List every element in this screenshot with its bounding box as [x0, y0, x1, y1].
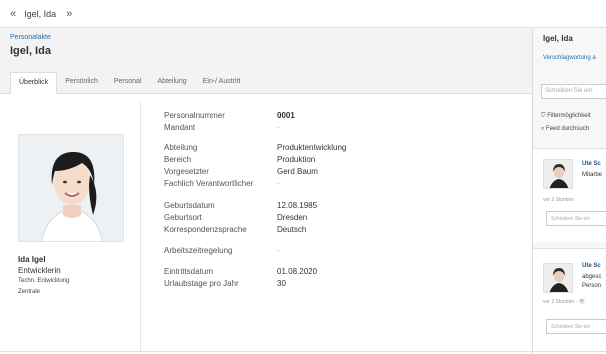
field-value: 12.08.1985 — [277, 201, 318, 210]
field-row: Personalnummer 0001 — [164, 110, 346, 122]
field-value: - — [277, 246, 280, 255]
field-label: Bereich — [164, 155, 192, 164]
field-row: Korrespondenzsprache Deutsch — [164, 224, 346, 236]
field-row: Vorgesetzter Gerd Baum — [164, 166, 346, 178]
field-label: Eintrittsdatum — [164, 267, 213, 276]
profile-summary: Ida Igel Entwicklerin Techn. Entwicklung… — [18, 254, 69, 298]
field-value: 30 — [277, 279, 286, 288]
field-label: Vorgesetzter — [164, 167, 209, 176]
post-text: abgesc — [582, 274, 602, 280]
field-value: Produktentwicklung — [277, 143, 347, 152]
avatar — [543, 263, 573, 293]
window-title: Igel, Ida — [24, 8, 57, 19]
main-panel: Personalakte Igel, Ida Überblick Persönl… — [0, 28, 532, 354]
divider — [140, 102, 141, 352]
feed-search[interactable]: ⌕ Feed durchsuch — [541, 126, 589, 133]
field-label: Geburtsort — [164, 213, 202, 222]
tagging-link[interactable]: Verschlagwortung a — [543, 55, 606, 61]
field-row: Fachlich Verantwortlicher - — [164, 178, 346, 190]
sidebar-title: Igel, Ida — [543, 34, 573, 43]
reply-input[interactable]: Schreiben Sie ein — [546, 211, 606, 226]
field-label: Mandant — [164, 123, 196, 132]
profile-role: Entwicklerin — [18, 266, 61, 275]
field-label: Geburtsdatum — [164, 201, 215, 210]
tab-department[interactable]: Abteilung — [150, 72, 195, 94]
field-label: Korrespondenzsprache — [164, 225, 247, 234]
post-input[interactable]: Schreiben Sie ein — [541, 84, 606, 99]
feed-post: Ute Sc abgesc Person vor 2 Stunden · 👁 S… — [533, 248, 606, 354]
profile-location: Zentrale — [18, 289, 41, 295]
page-title: Igel, Ida — [10, 45, 51, 57]
reply-input[interactable]: Schreiben Sie ein — [546, 319, 606, 334]
field-value: - — [277, 179, 280, 188]
profile-photo — [18, 134, 124, 242]
bottom-divider — [0, 351, 606, 352]
field-row: Eintrittsdatum 01.08.2020 — [164, 266, 346, 278]
filter-option[interactable]: ⛉ Filtermöglichkeit — [541, 113, 591, 120]
field-value: 0001 — [277, 111, 295, 120]
field-value: - — [277, 123, 280, 132]
field-label: Abteilung — [164, 143, 198, 152]
post-text: Mitarbe — [582, 172, 603, 178]
profile-name: Ida Igel — [18, 255, 46, 264]
field-value: Dresden — [277, 213, 308, 222]
field-label: Personalnummer — [164, 111, 225, 120]
field-row: Arbeitszeitregelung - — [164, 245, 346, 257]
avatar — [543, 159, 573, 189]
field-value: Gerd Baum — [277, 167, 318, 176]
post-author[interactable]: Ute Sc — [582, 161, 601, 167]
field-value: 01.08.2020 — [277, 267, 318, 276]
search-icon: ⌕ — [541, 126, 545, 132]
field-label: Fachlich Verantwortlicher — [164, 179, 254, 188]
tab-entry-exit[interactable]: Ein-/ Austritt — [195, 72, 249, 94]
field-value: Produktion — [277, 155, 316, 164]
tab-overview[interactable]: Überblick — [10, 72, 58, 94]
breadcrumb[interactable]: Personalakte — [10, 34, 532, 41]
profile-department: Techn. Entwicklung — [18, 278, 70, 284]
field-row: Mandant - — [164, 122, 346, 134]
field-list: Personalnummer 0001 Mandant - Abteilung Pro… — [164, 110, 346, 290]
field-label: Arbeitszeitregelung — [164, 246, 233, 255]
filter-icon: ⛉ — [541, 113, 546, 119]
sidebar-header: Igel, Ida Verschlagwortung a — [533, 28, 606, 88]
field-label: Urlaubstage pro Jahr — [164, 279, 239, 288]
activity-sidebar: Igel, Ida Verschlagwortung a Schreiben S… — [532, 28, 606, 354]
post-text: Person — [582, 283, 602, 289]
post-author[interactable]: Ute Sc — [582, 263, 601, 269]
tab-bar: Überblick Persönlich Personal Abteilung … — [10, 72, 248, 94]
field-row: Bereich Produktion — [164, 154, 346, 166]
field-row: Urlaubstage pro Jahr 30 — [164, 278, 346, 290]
field-row: Geburtsort Dresden — [164, 212, 346, 224]
post-time: vor 2 Stunden — [543, 197, 575, 203]
top-bar: « Igel, Ida » — [0, 0, 606, 28]
feed-search-label: Feed durchsuch — [546, 126, 590, 132]
field-row: Abteilung Produktentwicklung — [164, 142, 346, 154]
tab-personal-info[interactable]: Persönlich — [57, 72, 106, 94]
field-row: Geburtsdatum 12.08.1985 — [164, 200, 346, 212]
forward-icon[interactable]: » — [66, 8, 72, 20]
tab-personnel[interactable]: Personal — [106, 72, 150, 94]
filter-label: Filtermöglichkeit — [547, 113, 591, 119]
record-header: Personalakte Igel, Ida Überblick Persönl… — [0, 28, 532, 94]
feed-post: Ute Sc Mitarbe vor 2 Stunden Schreiben S… — [533, 148, 606, 242]
field-value: Deutsch — [277, 225, 307, 234]
back-icon[interactable]: « — [10, 8, 16, 20]
post-time: vor 2 Stunden · 👁 — [543, 299, 585, 305]
overview-content: Ida Igel Entwicklerin Techn. Entwicklung… — [0, 94, 532, 352]
